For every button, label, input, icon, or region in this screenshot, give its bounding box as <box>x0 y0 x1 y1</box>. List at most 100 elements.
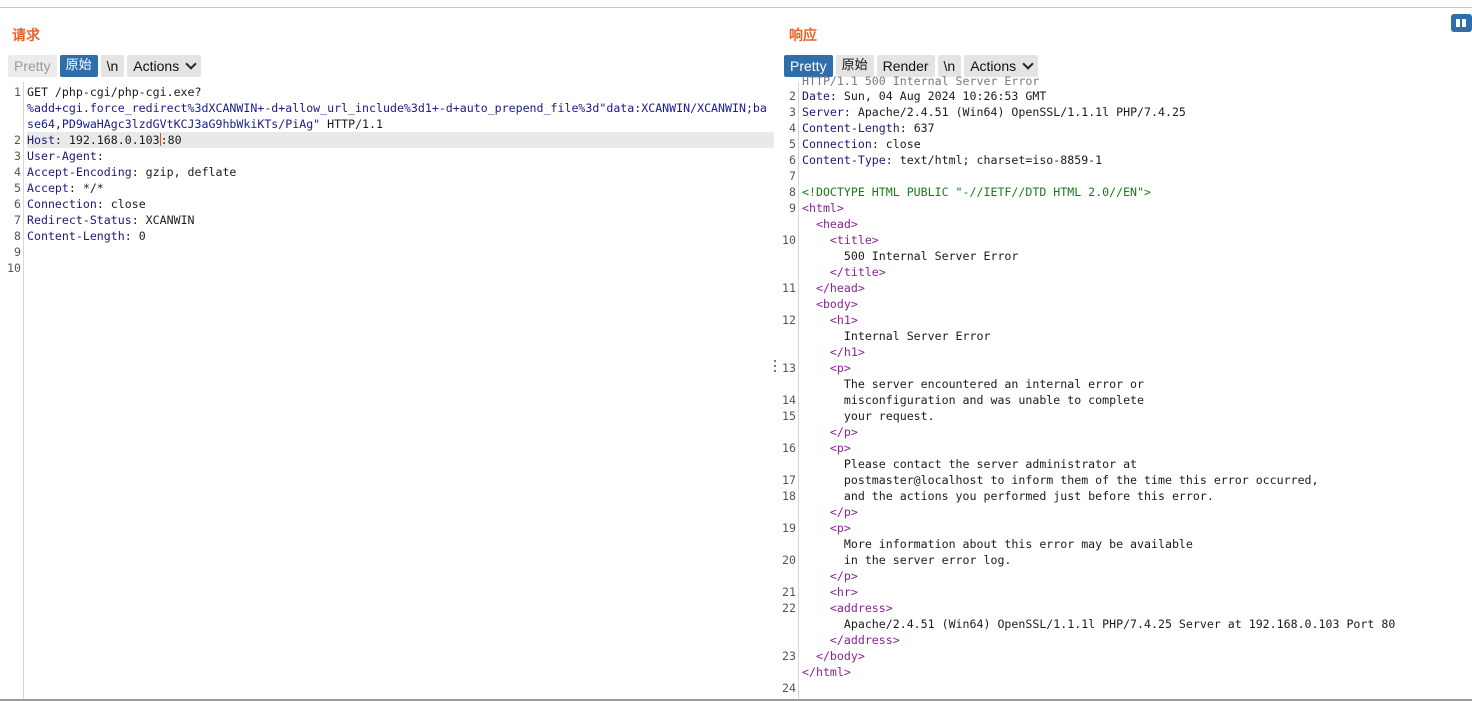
line-number: 20 <box>782 553 796 567</box>
line-number: 2 <box>789 89 796 103</box>
response-line: <p> <box>802 441 851 455</box>
response-line: Apache/2.4.51 (Win64) OpenSSL/1.1.1l PHP… <box>802 617 1396 631</box>
line-number: 21 <box>782 585 796 599</box>
request-pane: 请求 Pretty 原始 \n Actions 1 2 3 4 5 6 7 8 … <box>0 8 774 701</box>
line-number: 3 <box>14 149 21 163</box>
layout-toggle-button[interactable] <box>1451 14 1472 32</box>
response-line: in the server error log. <box>802 553 1012 567</box>
line-number: 13 <box>782 361 796 375</box>
request-line: Accept: */* <box>27 181 104 195</box>
response-line: </h1> <box>802 345 865 359</box>
top-separator <box>0 0 1472 8</box>
response-line: Date: Sun, 04 Aug 2024 10:26:53 GMT <box>802 89 1047 103</box>
response-line: <hr> <box>802 585 858 599</box>
line-number: 24 <box>782 681 796 695</box>
response-line: misconfiguration and was unable to compl… <box>802 393 1145 407</box>
response-line: </p> <box>802 505 858 519</box>
response-line: your request. <box>802 409 935 423</box>
line-number: 4 <box>789 121 796 135</box>
response-line: <p> <box>802 521 851 535</box>
line-number: 23 <box>782 649 796 663</box>
request-line: Connection: close <box>27 197 146 211</box>
response-line: </body> <box>802 649 865 663</box>
line-number: 18 <box>782 489 796 503</box>
response-line: <head> <box>802 217 858 231</box>
line-number: 14 <box>782 393 796 407</box>
response-line: </head> <box>802 281 865 295</box>
layout-columns-icon <box>1462 19 1466 27</box>
response-line: More information about this error may be… <box>802 537 1193 551</box>
line-number: 19 <box>782 521 796 535</box>
line-number: 22 <box>782 601 796 615</box>
line-number: 3 <box>789 105 796 119</box>
request-raw-button[interactable]: 原始 <box>59 55 98 77</box>
response-line: Server: Apache/2.4.51 (Win64) OpenSSL/1.… <box>802 105 1186 119</box>
request-line: Redirect-Status: XCANWIN <box>27 213 195 227</box>
response-line: </html> <box>802 665 851 679</box>
response-line: <p> <box>802 361 851 375</box>
response-line: <body> <box>802 297 858 311</box>
line-number: 15 <box>782 409 796 423</box>
line-number: 10 <box>782 233 796 247</box>
line-number: 10 <box>7 261 21 275</box>
line-number: 2 <box>14 133 21 147</box>
response-line: <h1> <box>802 313 858 327</box>
line-number: 5 <box>789 137 796 151</box>
line-number: 4 <box>14 165 21 179</box>
chevron-down-icon <box>1022 57 1034 70</box>
request-pretty-button[interactable]: Pretty <box>8 55 57 77</box>
response-line: Content-Length: 637 <box>802 121 935 135</box>
line-number: 12 <box>782 313 796 327</box>
response-pane: 响应 Pretty 原始 Render \n Actions 2 3 4 5 6… <box>781 8 1472 701</box>
pane-divider[interactable] <box>774 8 781 701</box>
response-line: </p> <box>802 569 858 583</box>
line-number: 6 <box>789 153 796 167</box>
response-line: Please contact the server administrator … <box>802 457 1138 471</box>
response-line: The server encountered an internal error… <box>802 377 1145 391</box>
drag-handle-icon[interactable] <box>774 360 777 376</box>
response-line: Internal Server Error <box>802 329 991 343</box>
response-line: <html> <box>802 201 844 215</box>
request-editor[interactable]: 1 2 3 4 5 6 7 8 9 10 GET /php-cgi/php-cg… <box>0 82 774 701</box>
request-actions-label: Actions <box>133 58 180 74</box>
response-line-gutter: 2 3 4 5 6 7 8 9 10 11 12 13 14 15 16 17 … <box>781 82 799 701</box>
request-line: Accept-Encoding: gzip, deflate <box>27 165 237 179</box>
response-line: </p> <box>802 425 858 439</box>
response-line: HTTP/1.1 500 Internal Server Error <box>802 74 1040 88</box>
request-actions-dropdown[interactable]: Actions <box>127 55 202 77</box>
response-line: Connection: close <box>802 137 921 151</box>
response-line: and the actions you performed just befor… <box>802 489 1214 503</box>
request-line: User-Agent: <box>27 149 104 163</box>
request-line: se64,PD9waHAgc3lzdGVtKCJ3aG9hbWkiKTs/PiA… <box>27 117 383 131</box>
response-line: Content-Type: text/html; charset=iso-885… <box>802 153 1103 167</box>
line-number: 9 <box>14 245 21 259</box>
response-editor[interactable]: 2 3 4 5 6 7 8 9 10 11 12 13 14 15 16 17 … <box>781 74 1472 701</box>
request-line: Content-Length: 0 <box>27 229 146 243</box>
request-line-gutter: 1 2 3 4 5 6 7 8 9 10 <box>0 82 24 701</box>
response-line: postmaster@localhost to inform them of t… <box>802 473 1319 487</box>
response-line: </address> <box>802 633 900 647</box>
line-number: 6 <box>14 197 21 211</box>
request-newline-toggle[interactable]: \n <box>100 55 125 77</box>
line-number: 9 <box>789 201 796 215</box>
line-number: 8 <box>789 185 796 199</box>
chevron-down-icon <box>185 57 197 70</box>
response-line: <!DOCTYPE HTML PUBLIC "-//IETF//DTD HTML… <box>802 185 1152 199</box>
line-number: 17 <box>782 473 796 487</box>
request-title: 请求 <box>12 28 40 44</box>
request-toolbar: Pretty 原始 \n Actions <box>8 55 202 77</box>
layout-columns-icon <box>1456 19 1460 27</box>
response-line: <title> <box>802 233 879 247</box>
line-number: 7 <box>14 213 21 227</box>
request-line: Host: 192.168.0.103:80 <box>27 132 774 148</box>
line-number: 8 <box>14 229 21 243</box>
line-number: 1 <box>14 85 21 99</box>
line-number: 5 <box>14 181 21 195</box>
line-number: 16 <box>782 441 796 455</box>
request-line: GET /php-cgi/php-cgi.exe? <box>27 85 202 99</box>
line-number: 11 <box>782 281 796 295</box>
response-line: 500 Internal Server Error <box>802 249 1019 263</box>
line-number: 7 <box>789 169 796 183</box>
response-line: <address> <box>802 601 893 615</box>
response-line: </title> <box>802 265 886 279</box>
